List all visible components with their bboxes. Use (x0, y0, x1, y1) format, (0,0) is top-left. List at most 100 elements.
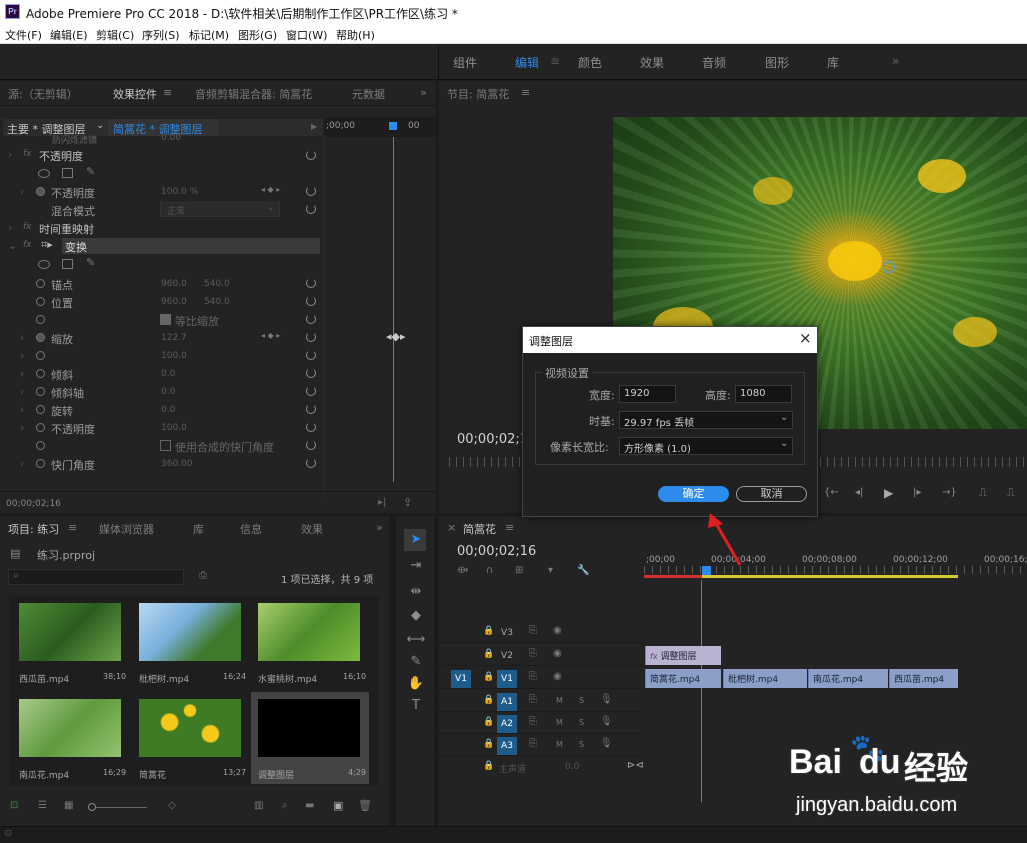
reset-icon[interactable] (306, 404, 316, 414)
microphone-icon[interactable]: 🎙 (600, 694, 613, 705)
opacity-value[interactable]: 100.0 % (161, 187, 198, 197)
keyframe-nav-icon[interactable]: ◂ ◆ ▸ (261, 185, 280, 194)
stopwatch-icon[interactable] (36, 459, 45, 468)
expand-icon[interactable]: › (20, 385, 24, 398)
find-icon[interactable]: ⌕ (282, 800, 288, 811)
extract-icon[interactable]: ⎍ (1007, 486, 1015, 500)
position-y-value[interactable]: 540.0 (204, 297, 230, 307)
reset-icon[interactable] (306, 332, 316, 342)
chevron-down-icon[interactable]: ⌄ (96, 120, 104, 131)
close-icon[interactable]: × (447, 521, 456, 534)
keyframe-nav-icon[interactable]: ◂ ◆ ▸ (261, 331, 280, 340)
lock-icon[interactable]: 🔒 (483, 761, 494, 771)
workspace-graphics[interactable]: 图形 (765, 54, 789, 71)
pen-tool-icon[interactable]: ✎ (406, 654, 426, 672)
stopwatch-icon[interactable] (36, 387, 45, 396)
timeline-clip[interactable]: 南瓜花.mp4 (808, 669, 888, 688)
reset-icon[interactable] (306, 458, 316, 468)
more-workspaces-icon[interactable]: » (892, 54, 899, 68)
mute-button[interactable]: M (556, 718, 563, 727)
new-item-icon[interactable]: ▣ (333, 799, 343, 812)
list-view-icon[interactable]: ☰ (38, 800, 47, 811)
workspace-color[interactable]: 颜色 (578, 54, 602, 71)
go-to-end-icon[interactable]: ⊳⊲ (627, 760, 644, 771)
expand-icon[interactable]: › (20, 185, 24, 198)
adjustment-layer-clip[interactable]: fx 调整图层 (645, 646, 721, 665)
sync-lock-icon[interactable]: ⎘ (529, 694, 537, 705)
menu-edit[interactable]: 编辑(E) (50, 27, 88, 43)
ellipse-mask-icon[interactable] (38, 169, 50, 178)
rotation-value[interactable]: 0.0 (161, 405, 175, 415)
selection-tool-icon[interactable]: ➤ (406, 532, 426, 550)
expand-icon[interactable]: › (20, 403, 24, 416)
reset-icon[interactable] (306, 350, 316, 360)
export-frame-icon[interactable]: ⇪ (403, 496, 412, 509)
thumbnail-tonghaohua[interactable] (139, 699, 241, 757)
stopwatch-icon[interactable] (36, 315, 45, 324)
go-to-out-icon[interactable]: →} (942, 487, 957, 498)
reset-icon[interactable] (306, 440, 316, 450)
nest-icon[interactable]: ⟴ (457, 565, 469, 576)
uniform-scale-checkbox[interactable] (160, 314, 171, 325)
thumbnail-adjustment-layer[interactable] (258, 699, 360, 757)
effect-timecode[interactable]: 00;00;02;16 (6, 499, 61, 509)
reset-icon[interactable] (306, 386, 316, 396)
slip-tool-icon[interactable]: ⟷ (406, 632, 426, 650)
tab-info[interactable]: 信息 (240, 521, 262, 537)
timeline-tab[interactable]: 简蒿花 (463, 521, 496, 537)
master-volume[interactable]: 0.0 (565, 762, 579, 772)
tab-source[interactable]: 源:（无剪辑） (8, 86, 78, 102)
program-monitor-title[interactable]: 节目: 简蒿花 (447, 86, 509, 102)
track-label[interactable]: A2 (497, 715, 517, 733)
ok-button[interactable]: 确定 (658, 486, 729, 502)
thumbnail-shuimitaoshu[interactable] (258, 603, 360, 661)
timeline-clip[interactable]: 简蒿花.mp4 (645, 669, 721, 688)
track-label[interactable]: V1 (497, 670, 517, 688)
stopwatch-icon[interactable] (36, 441, 45, 450)
track-label[interactable]: A1 (497, 693, 517, 711)
mute-button[interactable]: M (556, 696, 563, 705)
menu-graphics[interactable]: 图形(G) (238, 27, 277, 43)
add-marker-icon[interactable]: ▾ (548, 565, 553, 576)
step-back-icon[interactable]: ◂| (855, 487, 863, 498)
reset-icon[interactable] (306, 278, 316, 288)
pixel-aspect-select[interactable]: 方形像素 (1.0) ⌄ (619, 437, 793, 455)
opacity-section-label[interactable]: 不透明度 (39, 148, 83, 164)
new-bin-icon[interactable]: ▬ (305, 800, 314, 811)
shutter-angle-value[interactable]: 360.00 (161, 459, 193, 469)
thumbnail-nanguahua[interactable] (19, 699, 121, 757)
zoom-slider[interactable] (92, 807, 147, 808)
panel-menu-icon[interactable]: ≡ (521, 86, 530, 99)
razor-tool-icon[interactable]: ◆ (406, 608, 426, 626)
snap-icon[interactable]: ∩ (486, 565, 493, 576)
position-x-value[interactable]: 960.0 (161, 297, 187, 307)
blend-mode-select[interactable]: 正常 ⌄ (160, 202, 280, 217)
expand-icon[interactable]: › (8, 221, 12, 234)
rect-mask-icon[interactable] (62, 168, 73, 178)
workspace-editing[interactable]: 编辑 (515, 54, 539, 71)
mini-timeline-ruler[interactable]: ;00;00 00 (324, 117, 436, 137)
anchor-y-value[interactable]: 540.0 (204, 279, 230, 289)
lock-icon[interactable]: 🔒 (483, 649, 494, 659)
linked-selection-icon[interactable]: ⊞ (515, 565, 523, 576)
type-tool-icon[interactable]: T (406, 698, 426, 716)
tab-libraries[interactable]: 库 (193, 521, 204, 537)
reset-icon[interactable] (306, 296, 316, 306)
automate-icon[interactable]: ▥ (254, 800, 263, 811)
ripple-edit-tool-icon[interactable]: ⇹ (406, 584, 426, 602)
go-to-in-icon[interactable]: {← (824, 487, 839, 498)
tab-media-browser[interactable]: 媒体浏览器 (99, 521, 154, 537)
icon-view-icon[interactable]: ▦ (64, 800, 73, 811)
timeline-clip[interactable]: 西瓜苗.mp4 (889, 669, 958, 688)
lift-icon[interactable]: ⎍ (979, 486, 987, 500)
reset-icon[interactable] (306, 204, 316, 214)
trash-icon[interactable]: 🗑 (358, 799, 372, 812)
panel-menu-icon[interactable]: ≡ (505, 521, 514, 534)
timebase-select[interactable]: 29.97 fps 丢帧 ⌄ (619, 411, 793, 429)
panel-overflow-icon[interactable]: » (376, 521, 383, 534)
collapse-icon[interactable]: ⌄ (8, 239, 17, 252)
stopwatch-icon[interactable] (36, 351, 45, 360)
stopwatch-icon[interactable] (36, 187, 45, 196)
composite-shutter-checkbox[interactable] (160, 440, 171, 451)
workspace-effects[interactable]: 效果 (640, 54, 664, 71)
